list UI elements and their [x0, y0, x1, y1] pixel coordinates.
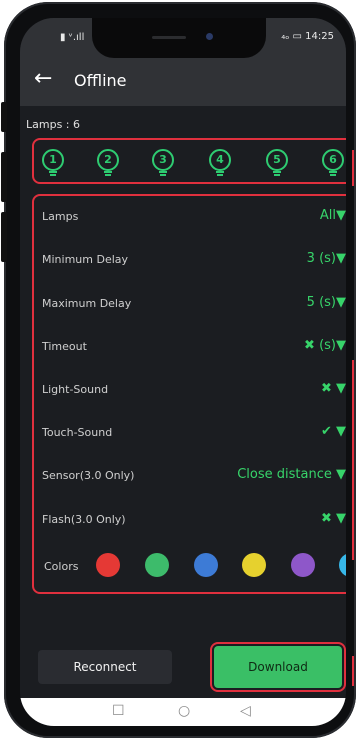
lamp-2[interactable]: 2	[97, 149, 119, 176]
notch	[92, 18, 266, 58]
setting-label: Light-Sound	[42, 383, 109, 396]
bulb-base	[329, 171, 337, 173]
setting-label: Sensor(3.0 Only)	[42, 469, 135, 482]
bulb-icon: 3	[152, 149, 174, 171]
bulb-icon: 5	[266, 149, 288, 171]
bulb-base	[160, 174, 166, 176]
setting-dropdown[interactable]: Close distance ▼	[237, 467, 346, 482]
setting-dropdown[interactable]: ✖ ▼	[321, 381, 346, 396]
phone-frame: ▮ ᵛ.ıll ₄ₒ ▭ 14:25 ← Offline Lamps : 6 1…	[1, 2, 356, 738]
color-swatch-cyan[interactable]	[339, 553, 346, 577]
app-bar: ← Offline	[20, 58, 346, 106]
setting-dropdown[interactable]: ✖ ▼	[321, 511, 346, 526]
setting-lamps[interactable]: Lamps All▼	[42, 208, 346, 228]
setting-touch-sound[interactable]: Touch-Sound ✔ ▼	[42, 424, 346, 444]
bulb-base	[159, 171, 167, 173]
setting-sensor[interactable]: Sensor(3.0 Only) Close distance ▼	[42, 467, 346, 487]
setting-label: Minimum Delay	[42, 253, 129, 266]
setting-label: Touch-Sound	[42, 426, 113, 439]
setting-light-sound[interactable]: Light-Sound ✖ ▼	[42, 381, 346, 401]
lamp-5[interactable]: 5	[266, 149, 288, 176]
setting-maximum-delay[interactable]: Maximum Delay 5 (s)▼	[42, 295, 346, 315]
lamp-6[interactable]: 6	[322, 149, 344, 176]
front-camera	[206, 33, 213, 40]
color-swatch-purple[interactable]	[291, 553, 315, 577]
setting-label: Maximum Delay	[42, 297, 132, 310]
setting-label: Timeout	[42, 340, 87, 353]
bulb-base	[50, 174, 56, 176]
callout-line	[352, 656, 354, 686]
setting-label: Flash(3.0 Only)	[42, 513, 126, 526]
setting-minimum-delay[interactable]: Minimum Delay 3 (s)▼	[42, 251, 346, 271]
bulb-icon: 6	[322, 149, 344, 171]
reconnect-button[interactable]: Reconnect	[38, 650, 172, 684]
setting-timeout[interactable]: Timeout ✖ (s)▼	[42, 338, 346, 358]
setting-dropdown[interactable]: All▼	[320, 208, 346, 223]
lamp-3[interactable]: 3	[152, 149, 174, 176]
recents-icon[interactable]: ☐	[112, 702, 125, 720]
setting-flash[interactable]: Flash(3.0 Only) ✖ ▼	[42, 511, 346, 531]
screen: ▮ ᵛ.ıll ₄ₒ ▭ 14:25 ← Offline Lamps : 6 1…	[20, 18, 346, 726]
setting-dropdown[interactable]: ✔ ▼	[321, 424, 346, 439]
side-button	[1, 102, 7, 132]
side-button	[1, 212, 7, 262]
bulb-icon: 1	[42, 149, 64, 171]
bulb-base	[105, 174, 111, 176]
download-button[interactable]: Download	[214, 646, 342, 688]
color-swatch-red[interactable]	[96, 553, 120, 577]
system-nav-bar: ☐ ○ ◁	[20, 698, 346, 726]
lamp-1[interactable]: 1	[42, 149, 64, 176]
status-time: ₄ₒ ▭ 14:25	[281, 31, 334, 42]
bulb-base	[273, 171, 281, 173]
bulb-base	[49, 171, 57, 173]
bulb-base	[330, 174, 336, 176]
setting-dropdown[interactable]: ✖ (s)▼	[304, 338, 346, 353]
arrow-left-icon[interactable]: ←	[34, 68, 52, 90]
color-swatch-yellow[interactable]	[242, 553, 266, 577]
speaker	[152, 36, 186, 39]
bulb-base	[217, 174, 223, 176]
callout-line	[352, 150, 354, 186]
lamp-selector: 1 2 3 4 5 6	[32, 138, 346, 184]
back-nav-icon[interactable]: ◁	[240, 702, 251, 720]
bulb-base	[274, 174, 280, 176]
colors-label: Colors	[44, 560, 79, 573]
side-button	[1, 152, 7, 202]
bulb-icon: 2	[97, 149, 119, 171]
setting-label: Lamps	[42, 210, 79, 223]
home-icon[interactable]: ○	[178, 702, 190, 720]
status-signal: ▮ ᵛ.ıll	[60, 32, 85, 43]
callout-line	[352, 360, 354, 560]
lamps-count-label: Lamps : 6	[26, 118, 80, 131]
lamp-4[interactable]: 4	[209, 149, 231, 176]
setting-dropdown[interactable]: 5 (s)▼	[307, 295, 346, 310]
page-title: Offline	[74, 71, 127, 90]
bulb-icon: 4	[209, 149, 231, 171]
color-swatch-green[interactable]	[145, 553, 169, 577]
bulb-base	[104, 171, 112, 173]
settings-panel: Lamps All▼ Minimum Delay 3 (s)▼ Maximum …	[32, 194, 346, 594]
color-swatch-blue[interactable]	[194, 553, 218, 577]
setting-dropdown[interactable]: 3 (s)▼	[307, 251, 346, 266]
bulb-base	[216, 171, 224, 173]
